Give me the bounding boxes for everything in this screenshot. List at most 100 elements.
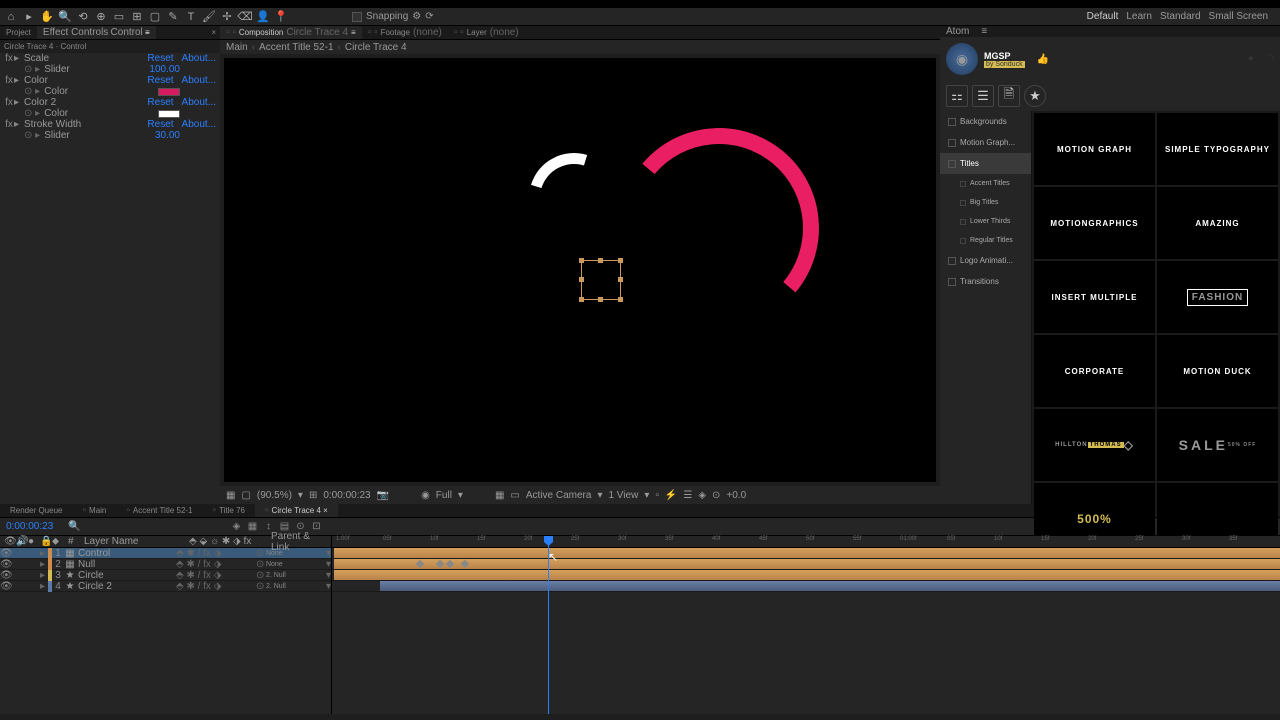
like-icon[interactable]: 👍 bbox=[1037, 54, 1049, 65]
exposure-value[interactable]: +0.0 bbox=[726, 490, 746, 501]
selection-tool[interactable]: ▸ bbox=[22, 10, 36, 24]
time-ruler[interactable]: 1:00f05f10f15f20f25f30f35f40f45f50f55f01… bbox=[332, 536, 1280, 548]
preset-item[interactable]: MOTION GRAPH bbox=[1034, 113, 1155, 185]
workspace-learn[interactable]: Learn bbox=[1126, 11, 1152, 22]
reset-link[interactable]: Reset bbox=[147, 75, 181, 86]
workspace-standard[interactable]: Standard bbox=[1160, 11, 1201, 22]
effect-stroke-width[interactable]: fx▸Stroke WidthResetAbout... bbox=[0, 119, 220, 130]
timeline-tracks[interactable]: 1:00f05f10f15f20f25f30f35f40f45f50f55f01… bbox=[332, 536, 1280, 714]
breadcrumb-item[interactable]: Accent Title 52-1 bbox=[259, 42, 333, 53]
pan-behind-tool[interactable]: ⊞ bbox=[130, 10, 144, 24]
breadcrumb-item[interactable]: Circle Trace 4 bbox=[345, 42, 407, 53]
type-tool[interactable]: T bbox=[184, 10, 198, 24]
layer-row[interactable]: 👁▸4★Circle 2⬘ ✱ / fx ⬗⊙2. Null▾ bbox=[0, 581, 331, 592]
subcategory-regular-titles[interactable]: Regular Titles bbox=[940, 231, 1031, 250]
list-view-icon[interactable]: ☰ bbox=[972, 85, 994, 107]
breadcrumb-item[interactable]: Main bbox=[226, 42, 248, 53]
mask-icon[interactable]: ▢ bbox=[241, 490, 250, 501]
preset-item[interactable]: SIMPLE TYPOGRAPHY bbox=[1157, 113, 1278, 185]
comp-flow-icon[interactable]: ◈ bbox=[698, 490, 706, 501]
plus-icon[interactable]: + bbox=[1248, 54, 1254, 65]
file-icon[interactable]: 🗎 bbox=[998, 85, 1020, 107]
effect-color[interactable]: fx▸ColorResetAbout... bbox=[0, 75, 220, 86]
orbit-tool[interactable]: ⟲ bbox=[76, 10, 90, 24]
hand-tool[interactable]: ✋ bbox=[40, 10, 54, 24]
preset-item[interactable]: SALE50% OFF bbox=[1157, 409, 1278, 481]
effect-prop-slider[interactable]: ⊙ ▸Slider30.00 bbox=[0, 130, 220, 141]
menu-bar[interactable] bbox=[0, 0, 1280, 8]
brush-tool[interactable]: 🖌 bbox=[202, 10, 216, 24]
effect-prop-color[interactable]: ⊙ ▸Color bbox=[0, 86, 220, 97]
category-transitions[interactable]: Transitions bbox=[940, 271, 1031, 292]
effect-color-2[interactable]: fx▸Color 2ResetAbout... bbox=[0, 97, 220, 108]
atom-panel-title[interactable]: Atom ≡ bbox=[940, 26, 1280, 37]
layer-row[interactable]: 👁▸1▦Control⬘ ✱ / fx ⬗⊙None▾ bbox=[0, 548, 331, 559]
roi-icon[interactable]: ▭ bbox=[510, 490, 519, 501]
dropdown-icon[interactable]: ▾ bbox=[298, 490, 303, 501]
zoom-level[interactable]: (90.5%) bbox=[257, 490, 292, 501]
snapping-toggle[interactable]: Snapping ⚙ ⟳ bbox=[352, 11, 434, 22]
reset-link[interactable]: Reset bbox=[147, 97, 181, 108]
views-dropdown[interactable]: 1 View bbox=[608, 490, 638, 501]
panel-menu-icon[interactable]: × bbox=[207, 26, 220, 39]
fast-preview-icon[interactable]: ⚡ bbox=[665, 490, 677, 501]
favorite-icon[interactable]: ★ bbox=[1024, 85, 1046, 107]
project-tab[interactable]: Project bbox=[0, 26, 37, 39]
layer-row[interactable]: 👁▸2▦Null⬘ ✱ / fx ⬗⊙None▾ bbox=[0, 559, 331, 570]
preset-item[interactable]: CORPORATE bbox=[1034, 335, 1155, 407]
preset-item[interactable]: FASHION bbox=[1157, 261, 1278, 333]
null-selection-box[interactable] bbox=[581, 260, 621, 300]
snapping-refresh-icon[interactable]: ⟳ bbox=[425, 11, 433, 22]
about-link[interactable]: About... bbox=[182, 75, 216, 86]
category-backgrounds[interactable]: Backgrounds bbox=[940, 111, 1031, 132]
roto-tool[interactable]: 👤 bbox=[256, 10, 270, 24]
preview-time[interactable]: 0:00:00:23 bbox=[323, 490, 370, 501]
search-icon[interactable]: 🔍 bbox=[68, 521, 80, 532]
category-logoanimati[interactable]: Logo Animati... bbox=[940, 250, 1031, 271]
effect-prop-color[interactable]: ⊙ ▸Color bbox=[0, 108, 220, 119]
preset-item[interactable]: INSERT MULTIPLE bbox=[1034, 261, 1155, 333]
preset-item[interactable]: AMAZING bbox=[1157, 187, 1278, 259]
subcategory-accent-titles[interactable]: Accent Titles bbox=[940, 174, 1031, 193]
grid-icon[interactable]: ▦ bbox=[226, 490, 235, 501]
effect-scale[interactable]: fx▸ScaleResetAbout... bbox=[0, 53, 220, 64]
tl-tool-2[interactable]: ▦ bbox=[246, 521, 258, 533]
about-link[interactable]: About... bbox=[182, 53, 216, 64]
comp-tab-composition[interactable]: ▫ ▫ Composition Circle Trace 4 ≡ bbox=[220, 26, 362, 39]
pixel-aspect-icon[interactable]: ▫ bbox=[655, 490, 659, 501]
reset-link[interactable]: Reset bbox=[147, 119, 181, 130]
current-timecode[interactable]: 0:00:00:23 bbox=[0, 521, 60, 532]
clone-tool[interactable]: ✢ bbox=[220, 10, 234, 24]
reset-link[interactable]: Reset bbox=[147, 53, 181, 64]
timeline-tab-accent-title-52-1[interactable]: ▫ Accent Title 52-1 bbox=[116, 504, 202, 517]
comp-tab-footage[interactable]: ▫ ▫ Footage (none) bbox=[362, 26, 448, 39]
category-titles[interactable]: Titles bbox=[940, 153, 1031, 174]
workspace-default[interactable]: Default bbox=[1087, 11, 1119, 22]
effect-controls-tab[interactable]: Effect Controls Control ≡ bbox=[37, 26, 156, 39]
preset-item[interactable]: MOTION DUCK bbox=[1157, 335, 1278, 407]
reset-exposure-icon[interactable]: ⊙ bbox=[712, 490, 720, 501]
workspace-switcher[interactable]: DefaultLearnStandardSmall Screen bbox=[1087, 11, 1276, 22]
mask-toggle-icon[interactable]: ◉ bbox=[421, 490, 430, 501]
comp-tab-layer[interactable]: ▫ ▫ Layer (none) bbox=[448, 26, 525, 39]
timeline-tab-render-queue[interactable]: Render Queue bbox=[0, 504, 72, 517]
tl-tool-1[interactable]: ◈ bbox=[230, 521, 242, 533]
subcategory-lower-thirds[interactable]: Lower Thirds bbox=[940, 212, 1031, 231]
settings-icon[interactable]: ⚏ bbox=[946, 85, 968, 107]
composition-viewer[interactable] bbox=[224, 58, 936, 482]
subcategory-big-titles[interactable]: Big Titles bbox=[940, 193, 1031, 212]
effect-prop-slider[interactable]: ⊙ ▸Slider100.00 bbox=[0, 64, 220, 75]
layer-row[interactable]: 👁▸3★Circle⬘ ✱ / fx ⬗⊙2. Null▾ bbox=[0, 570, 331, 581]
shape-tool[interactable]: ▢ bbox=[148, 10, 162, 24]
home-icon[interactable]: ⌂ bbox=[4, 10, 18, 24]
preset-item[interactable]: MOTIONGRAPHICS bbox=[1034, 187, 1155, 259]
preset-item[interactable]: HILLTONTHOMAS ◇ bbox=[1034, 409, 1155, 481]
snapping-options-icon[interactable]: ⚙ bbox=[412, 11, 421, 22]
puppet-tool[interactable]: 📍 bbox=[274, 10, 288, 24]
camera-dropdown[interactable]: Active Camera bbox=[526, 490, 592, 501]
timeline-icon[interactable]: ☰ bbox=[683, 490, 692, 501]
snapshot-icon[interactable]: 📷 bbox=[377, 490, 389, 501]
zoom-tool[interactable]: 🔍 bbox=[58, 10, 72, 24]
timeline-tab-main[interactable]: ▫ Main bbox=[72, 504, 116, 517]
about-link[interactable]: About... bbox=[182, 119, 216, 130]
